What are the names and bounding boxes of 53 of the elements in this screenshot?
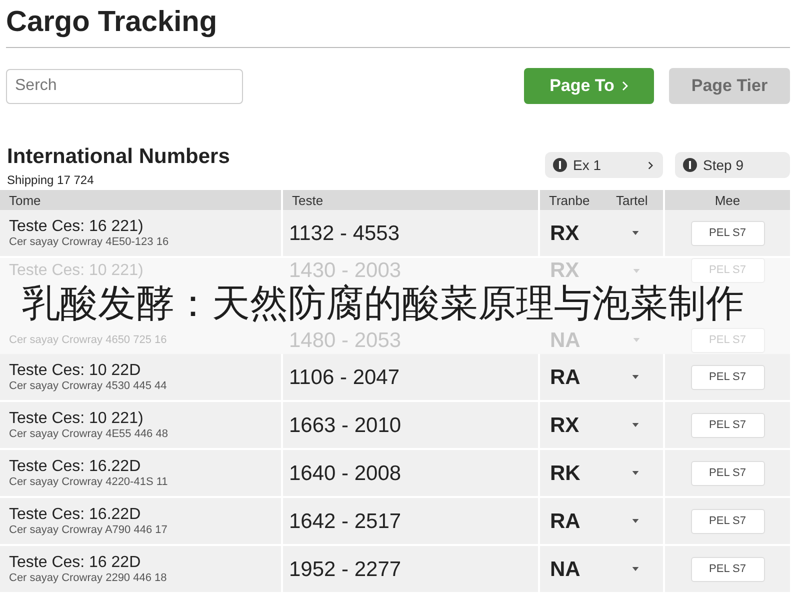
dropdown-caret-icon[interactable] — [632, 423, 638, 427]
dropdown-caret-icon[interactable] — [632, 231, 638, 235]
chevron-right-icon — [648, 160, 653, 170]
shipment-detail: Cer sayay Crowray A790 446 17 — [9, 524, 168, 536]
column-header: Tome — [9, 194, 41, 206]
route-code: NA — [550, 558, 580, 580]
search-field[interactable]: Serch — [6, 68, 243, 104]
banner-title: 乳酸发酵：天然防腐的酸菜原理与泡菜制作 — [22, 282, 744, 326]
route-code: RX — [550, 414, 580, 436]
number-range: 1663 - 2010 — [289, 414, 402, 436]
info-icon — [683, 158, 697, 172]
dropdown-caret-icon[interactable] — [632, 519, 638, 523]
row-action-button[interactable]: PEL S7 — [690, 220, 764, 246]
shipment-name: Teste Ces: 16.22D — [9, 458, 141, 476]
route-code: RX — [550, 222, 580, 244]
chevron-right-icon — [622, 81, 628, 91]
shipment-name: Teste Ces: 16 22D — [9, 554, 141, 572]
dropdown-caret-icon[interactable] — [632, 567, 638, 571]
shipment-detail: Cer sayay Crowray 4E55 446 48 — [9, 428, 168, 440]
dropdown-caret-icon[interactable] — [632, 471, 638, 475]
shipment-detail: Cer sayay Crowray 2290 446 18 — [9, 572, 167, 584]
number-range: 1952 - 2277 — [289, 558, 402, 580]
shipment-name: Teste Ces: 16 221) — [9, 218, 144, 236]
number-range: 1132 - 4553 — [289, 222, 400, 244]
number-range: 1106 - 2047 — [289, 366, 400, 388]
row-action-button[interactable]: PEL S7 — [690, 364, 764, 390]
row-action-button[interactable]: PEL S7 — [690, 556, 764, 582]
route-code: RA — [550, 366, 580, 388]
shipment-detail: Cer sayay Crowray 4220-41S 11 — [9, 476, 168, 488]
row-action-button[interactable]: PEL S7 — [690, 508, 764, 534]
number-range: 1642 - 2517 — [289, 510, 402, 532]
section-title: International Numbers — [7, 145, 230, 169]
route-code: RK — [550, 462, 580, 484]
step-button[interactable]: Step 9 — [675, 152, 790, 178]
row-action-button[interactable]: PEL S7 — [690, 412, 764, 438]
page-title: Cargo Tracking — [6, 5, 218, 40]
shipment-name: Teste Ces: 16.22D — [9, 506, 141, 524]
shipment-detail: Cer sayay Crowray 4650 725 16 — [9, 334, 167, 346]
column-header: Mee — [714, 194, 740, 206]
pager-button[interactable]: Ex 1 — [545, 152, 663, 178]
shipment-detail: Cer sayay Crowray 4530 445 44 — [9, 380, 167, 392]
info-icon — [553, 158, 567, 172]
section-subtitle: Shipping 17 724 — [7, 173, 94, 187]
shipment-detail: Cer sayay Crowray 4E50-123 16 — [9, 236, 169, 248]
shipment-name: Teste Ces: 10 221) — [9, 410, 144, 428]
dropdown-caret-icon[interactable] — [632, 375, 638, 379]
column-header: Teste — [292, 194, 324, 206]
column-header: Tartel — [616, 194, 648, 206]
route-code: RA — [550, 510, 580, 532]
shipment-name: Teste Ces: 10 22D — [9, 362, 141, 380]
column-header: Tranbe — [549, 194, 590, 206]
row-action-button[interactable]: PEL S7 — [690, 460, 764, 486]
number-range: 1640 - 2008 — [289, 462, 402, 484]
